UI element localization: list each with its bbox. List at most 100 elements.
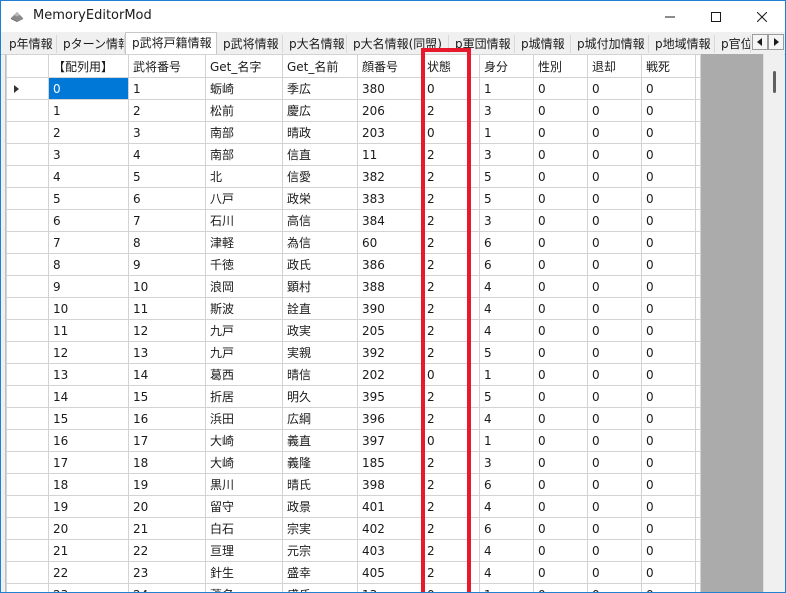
grid-cell[interactable]: 185	[357, 451, 423, 474]
grid-cell[interactable]: 0	[533, 187, 588, 210]
column-header-array-index[interactable]: 【配列用】	[48, 54, 129, 78]
grid-cell[interactable]: 18	[128, 451, 206, 474]
grid-cell[interactable]: 2	[422, 253, 480, 276]
grid-cell[interactable]: 南部	[205, 121, 283, 144]
row-header[interactable]	[6, 451, 49, 474]
grid-cell[interactable]: 22	[128, 539, 206, 562]
grid-cell[interactable]: 信直	[282, 143, 358, 166]
grid-cell[interactable]: 政実	[282, 319, 358, 342]
grid-cell[interactable]: 380	[357, 77, 423, 100]
grid-cell[interactable]: 盛幸	[282, 561, 358, 584]
table-row[interactable]: 12 13 九戸 実親 392 2 5 0 0 0	[6, 341, 701, 364]
grid-cell[interactable]: 0	[641, 583, 696, 592]
grid-cell[interactable]: 11	[48, 319, 129, 342]
grid-cell[interactable]: 6	[128, 187, 206, 210]
scrollbar-thumb[interactable]	[773, 71, 776, 93]
grid-cell[interactable]: 9	[48, 275, 129, 298]
grid-cell[interactable]: 0	[641, 165, 696, 188]
grid-cell[interactable]: 2	[422, 539, 480, 562]
grid-cell[interactable]: 405	[357, 561, 423, 584]
grid-cell[interactable]: 0	[587, 77, 642, 100]
grid-cell[interactable]: 4	[479, 561, 534, 584]
grid-cell[interactable]: 4	[479, 539, 534, 562]
grid-cell[interactable]: 5	[479, 165, 534, 188]
grid-cell[interactable]: 4	[479, 297, 534, 320]
grid-cell[interactable]: 白石	[205, 517, 283, 540]
grid-cell[interactable]: 2	[422, 341, 480, 364]
grid-cell[interactable]: 明久	[282, 385, 358, 408]
grid-cell[interactable]: 0	[587, 99, 642, 122]
grid-cell[interactable]: 0	[587, 231, 642, 254]
grid-cell[interactable]: 0	[641, 99, 696, 122]
table-row[interactable]: 22 23 針生 盛幸 405 2 4 0 0 0	[6, 561, 701, 584]
grid-cell[interactable]: 0	[533, 143, 588, 166]
grid-cell[interactable]: 12	[48, 341, 129, 364]
grid-cell[interactable]: 大崎	[205, 429, 283, 452]
grid-cell[interactable]: 信愛	[282, 165, 358, 188]
grid-cell[interactable]: 0	[533, 363, 588, 386]
grid-cell[interactable]: 22	[48, 561, 129, 584]
column-header-gender[interactable]: 性別	[533, 54, 588, 78]
grid-cell[interactable]: 政栄	[282, 187, 358, 210]
grid-cell[interactable]: 5	[48, 187, 129, 210]
grid-cell[interactable]: 20	[128, 495, 206, 518]
grid-cell[interactable]: 6	[479, 231, 534, 254]
table-row[interactable]: 17 18 大崎 義隆 185 2 3 0 0 0	[6, 451, 701, 474]
grid-cell[interactable]: 0	[641, 451, 696, 474]
row-header[interactable]	[6, 429, 49, 452]
grid-cell[interactable]: 2	[422, 473, 480, 496]
grid-cell[interactable]: 大崎	[205, 451, 283, 474]
grid-cell[interactable]: 0	[641, 429, 696, 452]
grid-cell[interactable]: 6	[479, 253, 534, 276]
grid-cell[interactable]: 60	[357, 231, 423, 254]
grid-cell[interactable]: 2	[422, 561, 480, 584]
grid-cell[interactable]: 17	[128, 429, 206, 452]
table-row[interactable]: 2 3 南部 晴政 203 0 1 0 0 0	[6, 121, 701, 144]
grid-cell[interactable]: 留守	[205, 495, 283, 518]
grid-cell[interactable]: 15	[128, 385, 206, 408]
grid-cell[interactable]: 17	[48, 451, 129, 474]
grid-cell[interactable]: 0	[641, 297, 696, 320]
grid-cell[interactable]: 九戸	[205, 341, 283, 364]
row-header[interactable]	[6, 385, 49, 408]
grid-cell[interactable]: 388	[357, 275, 423, 298]
row-header[interactable]	[6, 517, 49, 540]
grid-cell[interactable]: 382	[357, 165, 423, 188]
grid-cell[interactable]: 広綱	[282, 407, 358, 430]
grid-cell[interactable]: 2	[422, 143, 480, 166]
grid-cell[interactable]: 0	[587, 253, 642, 276]
grid-cell[interactable]: 11	[128, 297, 206, 320]
grid-cell[interactable]: 盛氏	[282, 583, 358, 592]
row-header[interactable]	[6, 561, 49, 584]
grid-cell[interactable]: 2	[422, 99, 480, 122]
table-row[interactable]: 9 10 浪岡 顕村 388 2 4 0 0 0	[6, 275, 701, 298]
grid-cell[interactable]: 0	[641, 253, 696, 276]
grid-cell[interactable]: 松前	[205, 99, 283, 122]
grid-cell[interactable]: 0	[533, 473, 588, 496]
maximize-button[interactable]	[693, 1, 739, 32]
grid-cell[interactable]: 折居	[205, 385, 283, 408]
grid-cell[interactable]: 0	[533, 319, 588, 342]
grid-cell[interactable]: 2	[422, 495, 480, 518]
grid-cell[interactable]: 0	[533, 407, 588, 430]
grid-cell[interactable]: 詮直	[282, 297, 358, 320]
grid-cell[interactable]: 0	[422, 583, 480, 592]
grid-cell[interactable]: 5	[479, 385, 534, 408]
table-row[interactable]: 4 5 北信愛 382 2 5 0 0 0	[6, 165, 701, 188]
grid-cell[interactable]: 義直	[282, 429, 358, 452]
grid-cell[interactable]: 黒川	[205, 473, 283, 496]
grid-cell[interactable]: 2	[48, 121, 129, 144]
tab-scroll-left-button[interactable]	[752, 34, 768, 50]
row-header[interactable]	[6, 495, 49, 518]
grid-cell[interactable]: 0	[533, 517, 588, 540]
grid-cell[interactable]: 南部	[205, 143, 283, 166]
row-header[interactable]	[6, 121, 49, 144]
grid-cell[interactable]: 2	[422, 231, 480, 254]
table-row[interactable]: 7 8 津軽 為信 60 2 6 0 0 0	[6, 231, 701, 254]
tab-busho-koseki-info[interactable]: p武将戸籍情報	[125, 32, 217, 54]
tab-year-info[interactable]: p年情報	[3, 35, 57, 53]
grid-cell[interactable]: 0	[533, 165, 588, 188]
table-row[interactable]: 20 21 白石 宗実 402 2 6 0 0 0	[6, 517, 701, 540]
grid-cell[interactable]: 高信	[282, 209, 358, 232]
table-row[interactable]: 16 17 大崎 義直 397 0 1 0 0 0	[6, 429, 701, 452]
